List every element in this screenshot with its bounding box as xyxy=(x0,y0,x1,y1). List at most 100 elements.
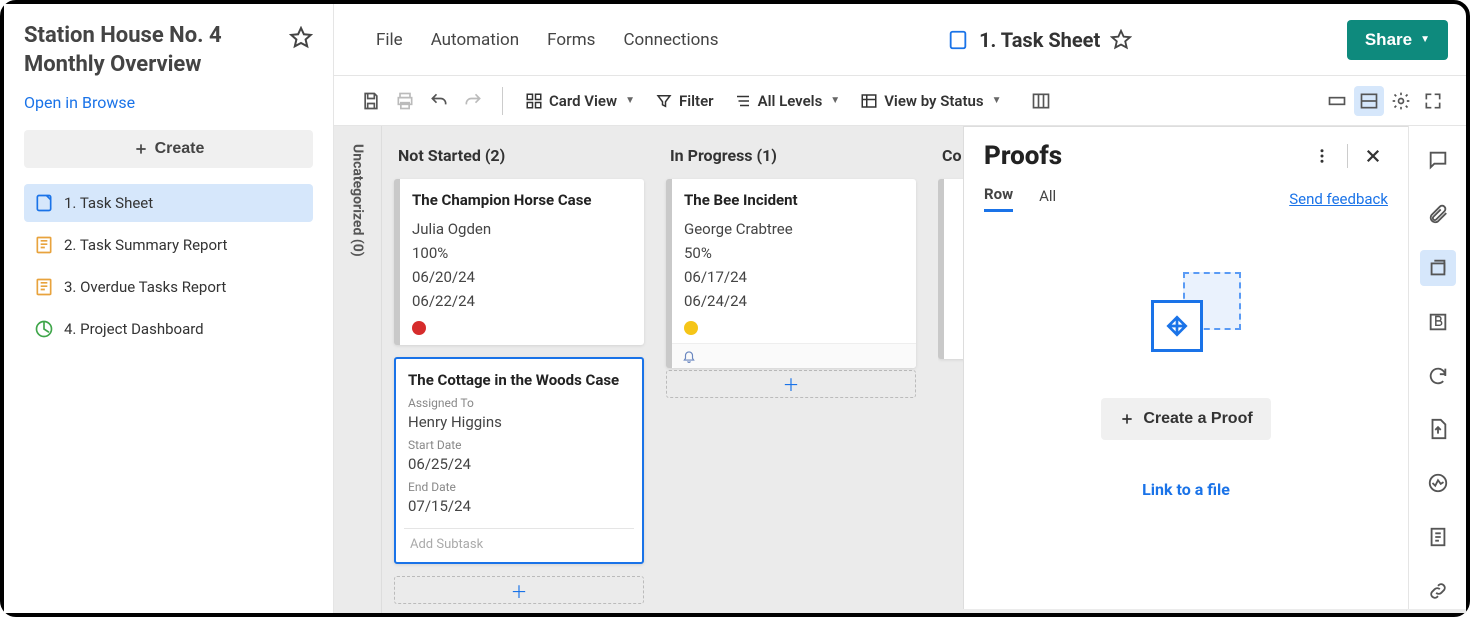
proofs-panel: Proofs Row All Send feedback xyxy=(963,126,1408,609)
toolbar: Card View ▼ Filter All Levels ▼ View by … xyxy=(334,76,1466,126)
card-cottage-woods[interactable]: The Cottage in the Woods Case Assigned T… xyxy=(394,357,644,565)
status-dot-icon xyxy=(412,321,426,335)
column-not-started: Not Started (2) The Champion Horse Case … xyxy=(394,138,644,613)
divider xyxy=(502,87,503,115)
favorite-workspace-button[interactable] xyxy=(289,26,313,50)
column-header: In Progress (1) xyxy=(666,138,916,179)
view-switcher[interactable]: Card View ▼ xyxy=(517,88,643,114)
add-subtask-input[interactable]: Add Subtask xyxy=(404,528,634,552)
card-assignee: George Crabtree xyxy=(684,217,904,241)
send-feedback-link[interactable]: Send feedback xyxy=(1289,190,1388,208)
end-date-label: End Date xyxy=(408,480,630,494)
summary-icon[interactable] xyxy=(1420,519,1456,555)
create-proof-button[interactable]: Create a Proof xyxy=(1101,398,1270,440)
main-area: File Automation Forms Connections 1. Tas… xyxy=(334,4,1466,613)
sheet-icon xyxy=(947,29,969,51)
uncategorized-label: Uncategorized (0) xyxy=(350,144,366,257)
fullscreen-icon[interactable] xyxy=(1418,86,1448,116)
card-end: 07/15/24 xyxy=(408,494,630,518)
sheet-name: 1. Task Sheet xyxy=(979,28,1100,52)
card-bee-incident[interactable]: The Bee Incident George Crabtree 50% 06/… xyxy=(666,179,916,368)
redo-icon[interactable] xyxy=(458,86,488,116)
proof-illustration xyxy=(1151,272,1241,352)
compact-layout-icon[interactable] xyxy=(1322,86,1352,116)
card-title: The Champion Horse Case xyxy=(412,191,632,211)
card-start: 06/20/24 xyxy=(412,265,632,289)
column-in-progress: In Progress (1) The Bee Incident George … xyxy=(666,138,916,613)
card-champion-horse[interactable]: The Champion Horse Case Julia Ogden 100%… xyxy=(394,179,644,345)
filter-icon xyxy=(655,92,673,110)
link-icon[interactable] xyxy=(1420,573,1456,609)
more-icon[interactable] xyxy=(1307,141,1337,171)
refresh-icon[interactable] xyxy=(1420,358,1456,394)
workspace-title: Station House No. 4 Monthly Overview xyxy=(24,22,289,79)
chevron-down-icon: ▼ xyxy=(1420,34,1430,45)
share-button[interactable]: Share ▼ xyxy=(1347,20,1448,60)
card-start: 06/25/24 xyxy=(408,452,630,476)
card-assignee: Julia Ogden xyxy=(412,217,632,241)
menu-connections[interactable]: Connections xyxy=(609,22,732,58)
sidebar-item-overdue-report[interactable]: 3. Overdue Tasks Report xyxy=(24,268,313,306)
save-icon[interactable] xyxy=(356,86,386,116)
report-icon xyxy=(34,235,54,255)
view-by-label: View by Status xyxy=(884,92,983,110)
bell-icon xyxy=(682,349,696,363)
export-icon[interactable] xyxy=(1420,411,1456,447)
levels-selector[interactable]: All Levels ▼ xyxy=(726,88,849,114)
menu-file[interactable]: File xyxy=(362,22,417,58)
sidebar-item-summary-report[interactable]: 2. Task Summary Report xyxy=(24,226,313,264)
divider xyxy=(1347,144,1348,168)
sidebar-item-task-sheet[interactable]: 1. Task Sheet xyxy=(24,184,313,222)
uncategorized-rail[interactable]: Uncategorized (0) xyxy=(334,126,382,613)
settings-icon[interactable] xyxy=(1386,86,1416,116)
favorite-sheet-button[interactable] xyxy=(1110,29,1132,51)
plus-icon: ＋ xyxy=(783,371,800,396)
create-label: Create xyxy=(155,140,205,158)
sidebar-item-dashboard[interactable]: 4. Project Dashboard xyxy=(24,310,313,348)
filter-label: Filter xyxy=(679,92,714,110)
chevron-down-icon: ▼ xyxy=(992,95,1002,106)
proofs-icon[interactable] xyxy=(1420,250,1456,286)
start-date-label: Start Date xyxy=(408,438,630,452)
filter-button[interactable]: Filter xyxy=(647,88,722,114)
levels-label: All Levels xyxy=(758,92,823,110)
sheet-icon xyxy=(34,193,54,213)
right-rail xyxy=(1408,126,1466,609)
close-icon[interactable] xyxy=(1358,141,1388,171)
create-proof-label: Create a Proof xyxy=(1143,410,1252,428)
link-to-file-button[interactable]: Link to a file xyxy=(1142,480,1230,499)
activity-icon[interactable] xyxy=(1420,465,1456,501)
print-icon[interactable] xyxy=(390,86,420,116)
reminder-row[interactable] xyxy=(672,343,916,368)
menubar: File Automation Forms Connections 1. Tas… xyxy=(334,4,1466,76)
chevron-down-icon: ▼ xyxy=(830,95,840,106)
assigned-to-label: Assigned To xyxy=(408,396,630,410)
tab-row[interactable]: Row xyxy=(984,185,1013,212)
menu-automation[interactable]: Automation xyxy=(417,22,533,58)
attachments-icon[interactable] xyxy=(1420,196,1456,232)
sidebar-item-label: 3. Overdue Tasks Report xyxy=(64,278,226,296)
chevron-down-icon: ▼ xyxy=(625,95,635,106)
sidebar: Station House No. 4 Monthly Overview Ope… xyxy=(4,4,334,613)
comments-icon[interactable] xyxy=(1420,142,1456,178)
add-card-button[interactable]: ＋ xyxy=(666,370,916,398)
plus-icon xyxy=(1119,411,1135,427)
card-percent: 50% xyxy=(684,241,904,265)
columns-icon[interactable] xyxy=(1026,86,1056,116)
share-label: Share xyxy=(1365,30,1412,50)
plus-icon: ＋ xyxy=(511,578,528,603)
create-button[interactable]: Create xyxy=(24,130,313,168)
brandfolder-icon[interactable] xyxy=(1420,304,1456,340)
menu-forms[interactable]: Forms xyxy=(533,22,609,58)
report-icon xyxy=(34,277,54,297)
undo-icon[interactable] xyxy=(424,86,454,116)
open-in-browse-link[interactable]: Open in Browse xyxy=(24,93,135,112)
card-title: The Bee Incident xyxy=(684,191,904,211)
view-by-selector[interactable]: View by Status ▼ xyxy=(852,88,1009,114)
sidebar-item-label: 4. Project Dashboard xyxy=(64,320,204,338)
card-view-icon xyxy=(525,92,543,110)
dashboard-icon xyxy=(34,319,54,339)
full-layout-icon[interactable] xyxy=(1354,86,1384,116)
add-card-button[interactable]: ＋ xyxy=(394,576,644,604)
tab-all[interactable]: All xyxy=(1039,187,1056,211)
